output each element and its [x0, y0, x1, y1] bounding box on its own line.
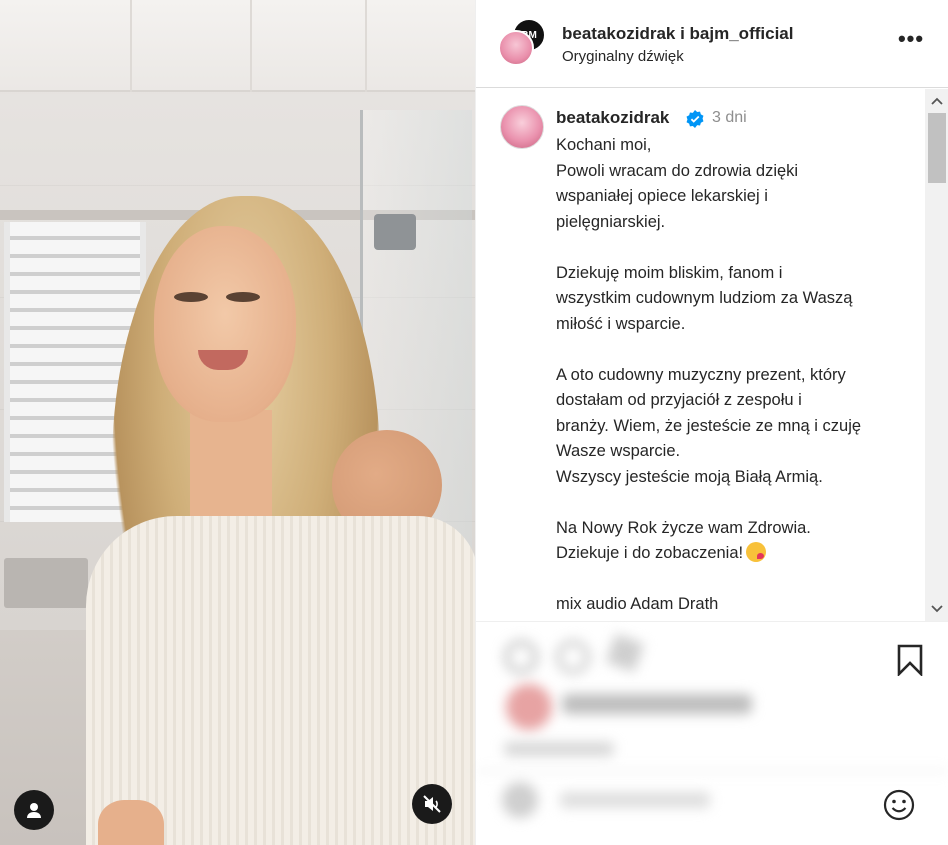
caption-line: Na Nowy Rok życze wam Zdrowia.: [556, 518, 811, 537]
caption-line: Dziekuje i do zobaczenia!: [556, 544, 744, 562]
more-horizontal-icon: •••: [897, 26, 925, 51]
caption-line: A oto cudowny muzyczny prezent, który: [556, 365, 846, 384]
video-ceiling: [0, 0, 475, 92]
collab-avatars[interactable]: BM: [498, 18, 548, 68]
post-header: BM beatakozidrak i bajm_official Orygina…: [476, 0, 948, 88]
caption-line: Kochani moi,: [556, 136, 652, 154]
caption-line: miłość i wsparcie.: [556, 314, 686, 333]
caption-line: dostałam od przyjaciół z zespołu i: [556, 391, 802, 409]
emoji-picker-button[interactable]: [882, 788, 916, 822]
audio-label[interactable]: Oryginalny dźwięk: [562, 48, 684, 65]
chevron-up-icon: [931, 97, 943, 105]
date-blurred: [504, 742, 614, 756]
avatar[interactable]: [498, 30, 534, 66]
scroll-thumb[interactable]: [928, 113, 946, 183]
caption-line: branży. Wiem, że jesteście ze mną i czuj…: [556, 416, 862, 435]
caption-line-with-emoji: Dziekuje i do zobaczenia!: [556, 541, 916, 567]
video-person-eye: [174, 292, 208, 302]
bookmark-icon: [897, 644, 923, 678]
video-person-face: [154, 226, 296, 422]
save-button[interactable]: [896, 644, 924, 678]
caption-line: Wasze wsparcie.: [556, 442, 681, 460]
caption-username[interactable]: beatakozidrak: [556, 108, 669, 128]
likes-avatar-blurred: [506, 684, 552, 730]
post-authors[interactable]: beatakozidrak i bajm_official: [562, 24, 793, 44]
caption-scrollbar[interactable]: [925, 89, 948, 621]
comment-button-blurred: [556, 640, 590, 674]
verified-badge-icon: [686, 110, 704, 128]
avatar[interactable]: [500, 105, 544, 149]
caption-line: Dziekuję moim bliskim, fanom i: [556, 263, 783, 282]
scroll-up-arrow[interactable]: [925, 91, 948, 111]
kissing-heart-emoji-icon: [746, 542, 767, 562]
add-comment-blurred: [560, 792, 710, 808]
speaker-muted-icon: [423, 795, 441, 813]
user-icon: [27, 803, 41, 818]
reel-video[interactable]: [0, 0, 475, 845]
post-panel: BM beatakozidrak i bajm_official Orygina…: [475, 0, 948, 845]
smiley-icon: [883, 789, 915, 821]
caption-line: mix audio Adam Drath: [556, 595, 719, 613]
caption-scroll-area[interactable]: beatakozidrak 3 dni Kochani moi, Powoli …: [476, 89, 948, 621]
video-person-neck: [190, 410, 272, 530]
scroll-down-arrow[interactable]: [925, 599, 948, 619]
caption-line: wszystkim cudownym ludziom za Waszą: [556, 289, 853, 307]
like-button-blurred: [504, 640, 538, 674]
video-tissue-box: [4, 558, 88, 608]
more-options-button[interactable]: •••: [894, 28, 928, 56]
caption-line: Wszyscy jesteście moją Białą Armią.: [556, 467, 823, 486]
caption-line: wspaniałej opiece lekarskiej i: [556, 187, 768, 205]
likes-text-blurred: [562, 694, 752, 714]
caption-line: pielęgniarskiej.: [556, 212, 666, 231]
post-time[interactable]: 3 dni: [712, 109, 747, 127]
video-person-eye: [226, 292, 260, 302]
video-door-handle: [374, 214, 416, 250]
tagged-users-button[interactable]: [14, 790, 54, 830]
comment-avatar-blurred: [502, 782, 538, 818]
caption-text: Kochani moi, Powoli wracam do zdrowia dz…: [556, 133, 916, 618]
video-person-hand: [98, 800, 164, 845]
post-actions-area: [476, 621, 948, 845]
divider: [476, 770, 948, 772]
share-button-blurred: [605, 633, 645, 673]
caption-line: Powoli wracam do zdrowia dzięki: [556, 161, 799, 180]
chevron-down-icon: [931, 605, 943, 613]
mute-button[interactable]: [412, 784, 452, 824]
